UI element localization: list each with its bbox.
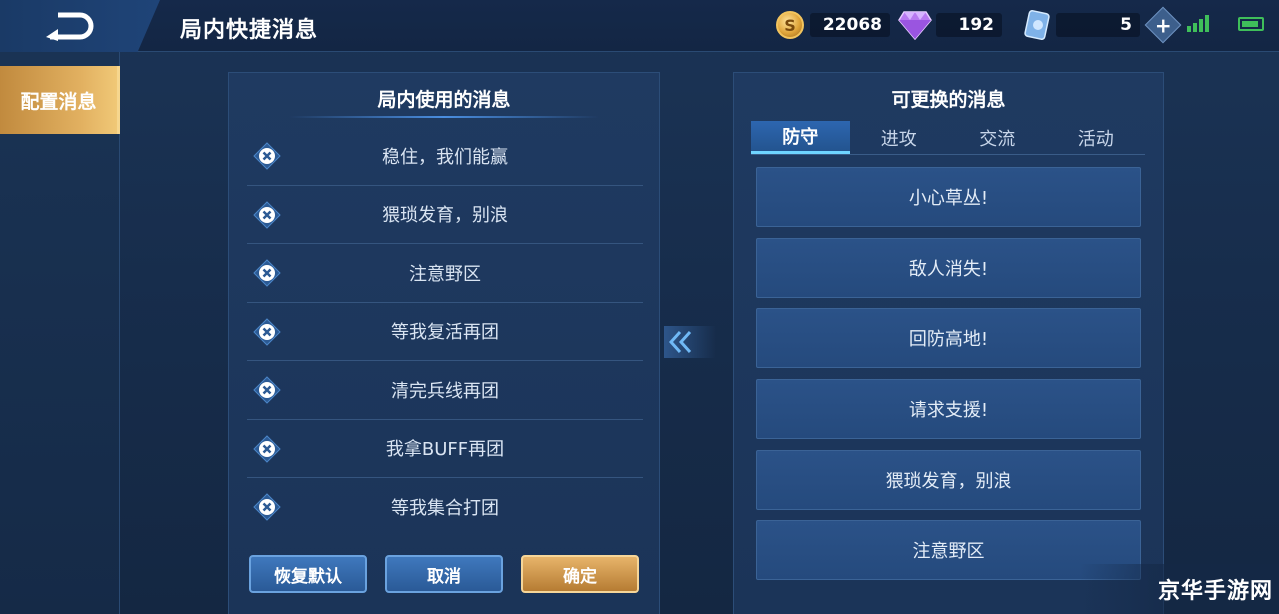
list-item: 我拿BUFF再团 bbox=[247, 420, 643, 478]
transfer-left-button[interactable] bbox=[664, 326, 716, 358]
signal-icon bbox=[1187, 15, 1209, 32]
remove-icon[interactable] bbox=[253, 434, 281, 463]
add-ticket-button[interactable]: + bbox=[1144, 6, 1182, 44]
list-item: 清完兵线再团 bbox=[247, 361, 643, 420]
title-divider bbox=[289, 116, 599, 118]
replaceable-messages-panel: 可更换的消息 防守 进攻 交流 活动 小心草丛! 敌人消失! 回防高地! 请求支… bbox=[733, 72, 1164, 614]
ticket-icon bbox=[1024, 10, 1052, 40]
top-bar: 局内快捷消息 S 22068 192 5 + bbox=[0, 0, 1279, 52]
message-text: 注意野区 bbox=[409, 263, 481, 285]
list-item: 等我复活再团 bbox=[247, 303, 643, 361]
message-text: 稳住，我们能赢 bbox=[382, 146, 508, 168]
cancel-button[interactable]: 取消 bbox=[385, 555, 503, 593]
remove-icon[interactable] bbox=[253, 493, 281, 521]
list-item: 稳住，我们能赢 bbox=[247, 127, 643, 186]
watermark: 京华手游网 bbox=[1080, 564, 1279, 614]
sidebar-item-config-messages[interactable]: 配置消息 bbox=[0, 66, 120, 134]
remove-icon[interactable] bbox=[253, 259, 281, 287]
message-option[interactable]: 猥琐发育，别浪 bbox=[756, 449, 1141, 510]
remove-icon[interactable] bbox=[253, 200, 281, 229]
in-game-message-list: 稳住，我们能赢 猥琐发育，别浪 注意野区 等我复活再团 清完兵线再团 我拿BUF… bbox=[247, 127, 643, 537]
diamond-currency: 192 bbox=[898, 9, 1002, 41]
tab-activity[interactable]: 活动 bbox=[1047, 121, 1146, 154]
message-text: 清完兵线再团 bbox=[391, 380, 499, 402]
message-text: 等我复活再团 bbox=[391, 322, 499, 344]
diamond-amount: 192 bbox=[936, 13, 1002, 37]
message-option[interactable]: 敌人消失! bbox=[756, 237, 1141, 298]
message-text: 猥琐发育，别浪 bbox=[382, 205, 508, 227]
remove-icon[interactable] bbox=[253, 317, 281, 346]
gold-coin-icon: S bbox=[776, 11, 804, 39]
tab-attack[interactable]: 进攻 bbox=[850, 121, 949, 154]
diamond-icon bbox=[898, 10, 932, 40]
double-chevron-left-icon bbox=[668, 330, 692, 354]
message-option[interactable]: 请求支援! bbox=[756, 379, 1141, 440]
panel-title-in-game: 局内使用的消息 bbox=[377, 89, 511, 111]
ticket-amount: 5 bbox=[1056, 13, 1140, 37]
message-text: 我拿BUFF再团 bbox=[385, 439, 505, 461]
message-option[interactable]: 回防高地! bbox=[756, 308, 1141, 369]
replaceable-message-list: 小心草丛! 敌人消失! 回防高地! 请求支援! 猥琐发育，别浪 注意野区 bbox=[756, 167, 1141, 591]
remove-icon[interactable] bbox=[253, 376, 281, 404]
back-button[interactable] bbox=[0, 0, 160, 52]
ticket-currency: 5 + bbox=[1024, 6, 1182, 44]
panel-title-replaceable: 可更换的消息 bbox=[891, 89, 1006, 111]
confirm-button[interactable]: 确定 bbox=[521, 555, 639, 593]
message-option[interactable]: 小心草丛! bbox=[756, 167, 1141, 227]
plus-icon: + bbox=[1154, 12, 1172, 37]
back-arrow-icon bbox=[46, 12, 94, 41]
tab-defense[interactable]: 防守 bbox=[751, 121, 850, 154]
list-item: 猥琐发育，别浪 bbox=[247, 186, 643, 244]
in-game-messages-panel: 局内使用的消息 稳住，我们能赢 猥琐发育，别浪 注意野区 等我复活再团 清完兵线… bbox=[228, 72, 660, 614]
reset-default-button[interactable]: 恢复默认 bbox=[249, 555, 367, 593]
page-title: 局内快捷消息 bbox=[180, 18, 319, 43]
message-text: 等我集合打团 bbox=[391, 498, 499, 520]
gold-currency: S 22068 bbox=[776, 9, 890, 41]
sidebar: 配置消息 bbox=[0, 52, 120, 614]
remove-icon[interactable] bbox=[253, 142, 281, 170]
tab-communication[interactable]: 交流 bbox=[948, 121, 1047, 154]
battery-icon bbox=[1238, 17, 1264, 31]
list-item: 等我集合打团 bbox=[247, 478, 643, 537]
list-item: 注意野区 bbox=[247, 244, 643, 303]
category-tabs: 防守 进攻 交流 活动 bbox=[751, 121, 1145, 155]
gold-amount: 22068 bbox=[810, 13, 890, 37]
